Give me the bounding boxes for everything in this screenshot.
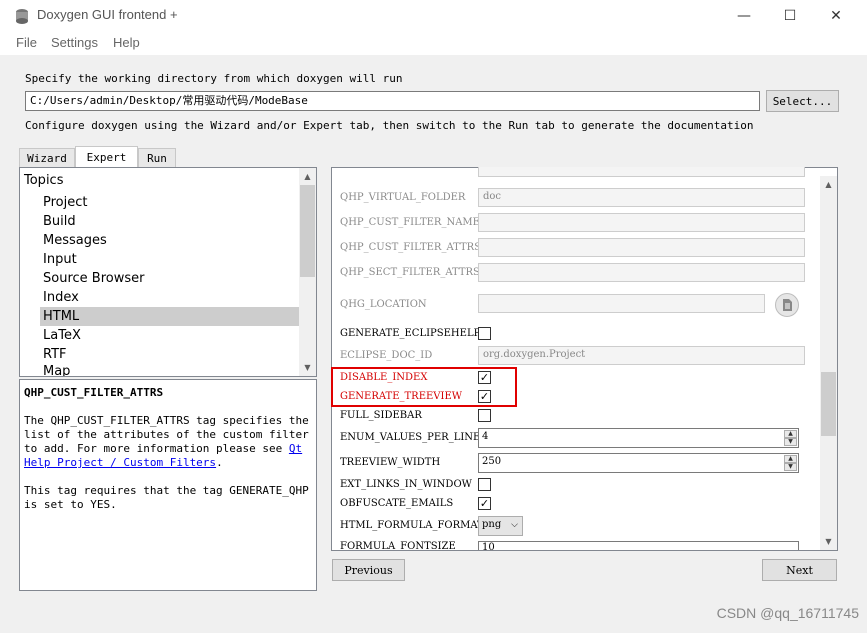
chevron-down-icon: ⌵: [511, 520, 518, 530]
menu-settings[interactable]: Settings: [51, 35, 98, 50]
label-treeview-width: TREEVIEW_WIDTH: [340, 457, 441, 468]
configure-instruction: Configure doxygen using the Wizard and/o…: [25, 119, 754, 132]
doxygen-app-icon: [16, 9, 28, 24]
browse-file-button[interactable]: [775, 293, 799, 317]
help-panel: QHP_CUST_FILTER_ATTRS The QHP_CUST_FILTE…: [19, 379, 317, 591]
help-body-text: The QHP_CUST_FILTER_ATTRS tag specifies …: [24, 414, 309, 455]
tab-run[interactable]: Run: [138, 148, 176, 167]
eclipse-doc-id-field[interactable]: org.doxygen.Project: [478, 346, 805, 365]
spin-up-icon[interactable]: ▲: [784, 455, 797, 463]
working-dir-input[interactable]: C:/Users/admin/Desktop/常用驱动代码/ModeBase: [25, 91, 760, 111]
label-generate-eclipsehelp: GENERATE_ECLIPSEHELP: [340, 328, 481, 339]
formula-fontsize-spinbox[interactable]: 10: [478, 541, 799, 550]
label-obfuscate-emails: OBFUSCATE_EMAILS: [340, 498, 454, 509]
highlight-box: [331, 367, 517, 407]
close-button[interactable]: ✕: [813, 0, 859, 31]
scroll-thumb[interactable]: [821, 372, 836, 436]
label-full-sidebar: FULL_SIDEBAR: [340, 410, 422, 421]
minimize-icon: —: [737, 7, 751, 24]
menu-help[interactable]: Help: [113, 35, 140, 50]
qhp-cust-filter-name-field[interactable]: [478, 213, 805, 232]
topic-index[interactable]: Index: [40, 288, 299, 307]
qhp-cust-filter-attrs-field[interactable]: [478, 238, 805, 257]
label-ext-links-in-window: EXT_LINKS_IN_WINDOW: [340, 479, 472, 490]
help-title: QHP_CUST_FILTER_ATTRS: [24, 386, 164, 399]
topic-messages[interactable]: Messages: [40, 231, 299, 250]
topic-input[interactable]: Input: [40, 250, 299, 269]
next-button[interactable]: Next: [762, 559, 837, 581]
topics-header: Topics: [24, 173, 64, 188]
watermark: CSDN @qq_16711745: [716, 605, 859, 621]
obfuscate-emails-checkbox[interactable]: ✓: [478, 497, 491, 510]
topic-map[interactable]: Map: [40, 364, 299, 376]
checkmark-icon: ✓: [479, 497, 490, 510]
scroll-down-icon[interactable]: ▼: [820, 533, 837, 550]
label-eclipse-doc-id: ECLIPSE_DOC_ID: [340, 350, 433, 361]
scroll-down-icon[interactable]: ▼: [299, 359, 316, 376]
topic-html[interactable]: HTML: [40, 307, 299, 326]
topic-project[interactable]: Project: [40, 193, 299, 212]
ext-links-in-window-checkbox[interactable]: [478, 478, 491, 491]
scroll-thumb[interactable]: [300, 185, 315, 277]
file-icon: [783, 299, 792, 311]
label-qhp-cust-filter-attrs: QHP_CUST_FILTER_ATTRS: [340, 242, 482, 253]
close-icon: ✕: [830, 7, 842, 24]
help-description: The QHP_CUST_FILTER_ATTRS tag specifies …: [24, 414, 312, 470]
qhg-location-field[interactable]: [478, 294, 765, 313]
tab-wizard[interactable]: Wizard: [19, 148, 75, 167]
enum-values-per-line-spinbox[interactable]: 4 ▲ ▼: [478, 428, 799, 448]
qhp-virtual-folder-field[interactable]: doc: [478, 188, 805, 207]
previous-button[interactable]: Previous: [332, 559, 405, 581]
maximize-button[interactable]: ☐: [767, 0, 813, 31]
treeview-width-spinbox[interactable]: 250 ▲ ▼: [478, 453, 799, 473]
html-formula-format-value: png: [482, 519, 502, 530]
full-sidebar-checkbox[interactable]: [478, 409, 491, 422]
help-requirement: This tag requires that the tag GENERATE_…: [24, 484, 309, 511]
scroll-up-icon[interactable]: ▲: [820, 176, 837, 193]
minimize-button[interactable]: —: [721, 0, 767, 31]
topic-build[interactable]: Build: [40, 212, 299, 231]
spin-up-icon[interactable]: ▲: [784, 430, 797, 438]
scroll-up-icon[interactable]: ▲: [299, 168, 316, 185]
spin-down-icon[interactable]: ▼: [784, 438, 797, 446]
label-qhp-sect-filter-attrs: QHP_SECT_FILTER_ATTRS: [340, 267, 480, 278]
topic-latex[interactable]: LaTeX: [40, 326, 299, 345]
help-body-end: .: [216, 456, 223, 469]
working-dir-instruction: Specify the working directory from which…: [25, 72, 403, 85]
maximize-icon: ☐: [783, 7, 797, 24]
label-enum-values-per-line: ENUM_VALUES_PER_LINE: [340, 432, 481, 443]
label-html-formula-format: HTML_FORMULA_FORMAT: [340, 520, 484, 531]
qhp-sect-filter-attrs-field[interactable]: [478, 263, 805, 282]
tab-expert[interactable]: Expert: [75, 146, 138, 168]
label-qhg-location: QHG_LOCATION: [340, 299, 427, 310]
topic-source-browser[interactable]: Source Browser: [40, 269, 299, 288]
partial-field: [478, 167, 805, 177]
spin-down-icon[interactable]: ▼: [784, 463, 797, 471]
menu-file[interactable]: File: [16, 35, 37, 50]
window-title: Doxygen GUI frontend +: [37, 7, 178, 22]
generate-eclipsehelp-checkbox[interactable]: [478, 327, 491, 340]
settings-scrollbar[interactable]: ▲ ▼: [820, 176, 837, 550]
topic-rtf[interactable]: RTF: [40, 345, 299, 364]
enum-values-per-line-value: 4: [482, 431, 489, 442]
label-qhp-cust-filter-name: QHP_CUST_FILTER_NAME: [340, 217, 480, 228]
treeview-width-value: 250: [482, 456, 502, 467]
label-qhp-virtual-folder: QHP_VIRTUAL_FOLDER: [340, 192, 466, 203]
topics-scrollbar[interactable]: ▲ ▼: [299, 168, 316, 376]
label-formula-fontsize: FORMULA_FONTSIZE: [340, 541, 456, 550]
select-button[interactable]: Select...: [766, 90, 839, 112]
html-formula-format-dropdown[interactable]: png ⌵: [478, 516, 523, 536]
